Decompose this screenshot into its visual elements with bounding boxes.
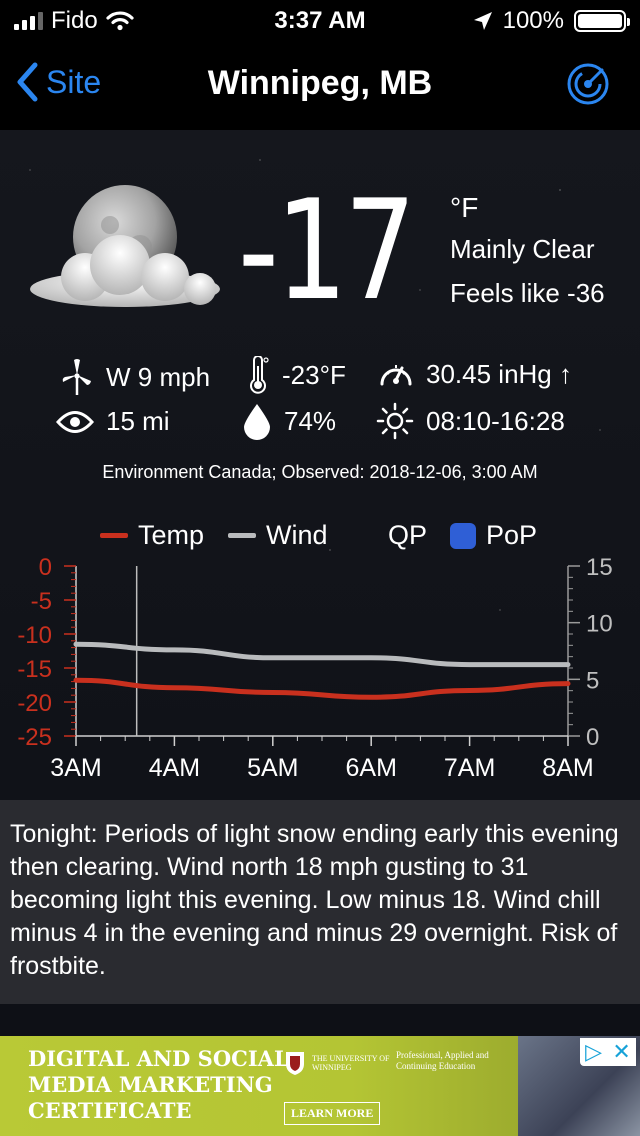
advertisement-banner[interactable]: DIGITAL AND SOCIAL MEDIA MARKETING CERTI… <box>0 1036 640 1136</box>
ad-org: THE UNIVERSITY OF WINNIPEG <box>312 1054 390 1072</box>
wind-value: W 9 mph <box>106 361 211 392</box>
gauge-icon <box>380 365 412 386</box>
x-tick-label: 4AM <box>149 754 200 782</box>
sun-icon <box>376 402 414 440</box>
close-icon[interactable]: ✕ <box>612 1039 630 1065</box>
left-tick-label: -5 <box>31 588 52 615</box>
main-panel: -17 °F Mainly Clear Feels like -36 W 9 m… <box>0 130 640 1036</box>
temperature-unit: °F <box>450 192 479 223</box>
legend-temp: Temp <box>100 520 204 551</box>
visibility-value: 15 mi <box>106 406 170 436</box>
ad-line-1: DIGITAL AND SOCIAL <box>28 1046 289 1071</box>
ad-division: Professional, Applied and Continuing Edu… <box>396 1050 489 1071</box>
ad-line-2: MEDIA MARKETING <box>28 1072 273 1097</box>
legend-wind-label: Wind <box>266 520 328 550</box>
right-tick-label: 0 <box>586 724 599 751</box>
low-temp-observation: -23°F <box>246 356 346 394</box>
left-tick-label: -25 <box>17 724 52 751</box>
x-tick-label: 3AM <box>50 754 101 782</box>
location-arrow-icon <box>473 12 492 30</box>
wind-series-line <box>73 641 571 668</box>
moon-cloud-icon <box>30 185 220 307</box>
adchoices-icon[interactable]: ▷ <box>585 1039 602 1065</box>
legend-wind-swatch <box>228 533 256 538</box>
forecast-text: Tonight: Periods of light snow ending ea… <box>10 820 619 980</box>
page-title: Winnipeg, MB <box>207 64 433 102</box>
x-tick-label: 5AM <box>247 754 298 782</box>
right-tick-label: 15 <box>586 558 613 581</box>
pressure-observation: 30.45 inHg ↑ <box>378 356 572 392</box>
right-tick-label: 10 <box>586 611 613 638</box>
ad-headline: DIGITAL AND SOCIAL MEDIA MARKETING CERTI… <box>28 1046 289 1124</box>
sun-value: 08:10-16:28 <box>426 405 565 436</box>
humidity-value: 74% <box>284 405 337 436</box>
sun-observation: 08:10-16:28 <box>376 402 565 440</box>
legend-pop: PoP <box>450 520 537 551</box>
legend-wind: Wind <box>228 520 328 551</box>
forecast-panel: Tonight: Periods of light snow ending ea… <box>0 800 640 1004</box>
x-tick-label: 8AM <box>542 754 593 782</box>
left-tick-label: -15 <box>17 656 52 683</box>
legend-temp-swatch <box>100 533 128 538</box>
wind-turbine-icon <box>62 359 91 395</box>
water-drop-icon <box>244 404 270 440</box>
nav-bar: Site Winnipeg, MB <box>0 40 640 131</box>
legend-pop-label: PoP <box>486 520 538 550</box>
status-right: 100% <box>473 7 630 35</box>
x-tick-label: 6AM <box>345 754 396 782</box>
humidity-observation: 74% <box>242 402 336 440</box>
legend-qp: QP <box>388 520 427 551</box>
radar-button[interactable] <box>566 62 610 106</box>
chart-legend: Temp Wind QP PoP <box>0 520 640 560</box>
legend-qp-label: QP <box>388 520 428 550</box>
pressure-value: 30.45 inHg ↑ <box>426 358 572 389</box>
left-tick-label: -10 <box>17 622 52 649</box>
temp-series-line <box>73 677 571 700</box>
legend-pop-swatch <box>450 522 476 549</box>
ad-choices-close[interactable]: ▷ ✕ <box>580 1038 636 1066</box>
feels-like-text: Feels like -36 <box>450 278 605 308</box>
low-temp-value: -23°F <box>282 359 346 390</box>
hourly-chart: 0 -5 -10 -15 -20 -25 15 10 5 0 3AM 4AM 5AM 6AM 7AM 8AM <box>17 558 613 782</box>
left-tick-label: -20 <box>17 690 52 717</box>
ad-learn-more-button[interactable]: LEARN MORE <box>284 1102 381 1125</box>
left-tick-label: 0 <box>39 558 52 581</box>
thermometer-icon <box>250 356 269 394</box>
right-tick-label: 5 <box>586 667 599 694</box>
battery-icon <box>574 10 630 32</box>
eye-icon <box>56 410 94 433</box>
observations-grid: W 9 mph -23°F 30.45 inHg ↑ 15 mi 74% 08:… <box>0 352 640 462</box>
legend-temp-label: Temp <box>138 520 205 550</box>
battery-percent: 100% <box>502 7 564 34</box>
x-tick-label: 7AM <box>444 754 495 782</box>
wind-observation: W 9 mph <box>60 358 210 396</box>
condition-text: Mainly Clear <box>450 234 595 264</box>
current-temperature: -17 <box>238 170 416 331</box>
status-bar: Fido 3:37 AM 100% <box>0 0 640 40</box>
visibility-observation: 15 mi <box>56 406 170 437</box>
ad-line-3: CERTIFICATE <box>28 1098 192 1123</box>
observation-source: Environment Canada; Observed: 2018-12-06… <box>102 462 538 482</box>
